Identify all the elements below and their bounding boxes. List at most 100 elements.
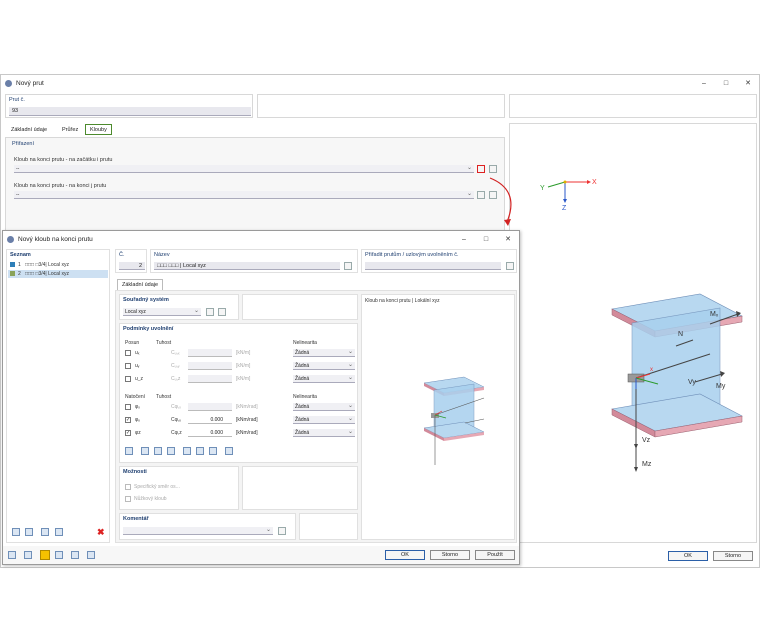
global-axes-icon bbox=[547, 180, 591, 203]
axis-x-label: X bbox=[592, 179, 597, 186]
cphix-input[interactable] bbox=[188, 403, 232, 411]
outer-preview-figure: X Y Z Mₓ N Vy My Vz Mz x bbox=[540, 179, 743, 472]
uz-nonlinearity-value: Žádná bbox=[295, 376, 310, 382]
close-icon[interactable]: ✕ bbox=[737, 75, 759, 91]
tuhost-label: Tuhost bbox=[156, 340, 172, 346]
hinge-dialog-title: Nový kloub na konci prutu bbox=[18, 235, 93, 243]
inner-apply-button[interactable]: Použít bbox=[475, 550, 515, 560]
start-hinge-label: Kloub na konci prutu - na začátku i prut… bbox=[14, 157, 113, 163]
cuy-unit: [kN/m] bbox=[236, 363, 251, 369]
phix-symbol: φₓ bbox=[135, 404, 140, 410]
window-title: Nový prut bbox=[16, 79, 44, 87]
number-label: Č. bbox=[119, 252, 125, 258]
tab-prurez[interactable]: Průřez bbox=[58, 125, 82, 136]
cphiz-unit: [kNm/rad] bbox=[236, 430, 258, 436]
fig-my-label: My bbox=[716, 383, 726, 390]
minimize-icon[interactable]: – bbox=[693, 75, 715, 91]
axis-y-label: Y bbox=[540, 185, 545, 192]
tab-zakladni-udaje[interactable]: Základní údaje bbox=[7, 125, 51, 136]
color-icon[interactable] bbox=[40, 550, 50, 560]
preset-hinge-icon-1[interactable] bbox=[125, 447, 133, 455]
phiz-checkbox[interactable]: ✓ bbox=[125, 430, 131, 436]
cphiy-label: Cφ,ᵧ bbox=[171, 417, 181, 423]
release-conditions-panel: Podmínky uvolnění Posun Tuhost Nelineari… bbox=[119, 323, 358, 463]
new-item-icon[interactable] bbox=[12, 528, 20, 536]
nelinearita-label-2: Nelinearita bbox=[293, 394, 317, 400]
specific-axis-checkbox[interactable] bbox=[125, 484, 131, 490]
cux-input[interactable] bbox=[188, 349, 232, 357]
inner-ok-button[interactable]: OK bbox=[385, 550, 425, 560]
preset-hinge-icon-7[interactable] bbox=[209, 447, 217, 455]
function-edit-icon[interactable] bbox=[87, 551, 95, 559]
phiy-checkbox[interactable]: ✓ bbox=[125, 417, 131, 423]
prut-number-field[interactable]: 93 bbox=[9, 107, 251, 116]
preset-hinge-icon-4[interactable] bbox=[167, 447, 175, 455]
empty-panel bbox=[242, 294, 358, 320]
edit-coord-icon[interactable] bbox=[218, 308, 226, 316]
release-conditions-title: Podmínky uvolnění bbox=[123, 326, 174, 332]
end-hinge-select[interactable]: -- bbox=[14, 190, 474, 199]
preset-hinge-icon-6[interactable] bbox=[196, 447, 204, 455]
cphix-label: Cφ,ₓ bbox=[171, 404, 181, 410]
hinge-preview-figure bbox=[423, 376, 485, 465]
preset-hinge-icon-2[interactable] bbox=[141, 447, 149, 455]
ux-nonlinearity-select[interactable]: Žádná bbox=[293, 348, 355, 357]
fig-mz-label: Mz bbox=[642, 461, 652, 468]
preset-hinge-icon-8[interactable] bbox=[225, 447, 233, 455]
assign-select-icon[interactable] bbox=[506, 262, 514, 270]
comment-field[interactable] bbox=[123, 526, 273, 535]
cphiy-unit: [kNm/rad] bbox=[236, 417, 258, 423]
sort-icon[interactable] bbox=[41, 528, 49, 536]
phix-nonlinearity-select[interactable]: Žádná bbox=[293, 402, 355, 411]
list-item-selected[interactable]: 2 □□□ □3/4| Local xyz bbox=[8, 270, 108, 278]
uz-checkbox[interactable] bbox=[125, 376, 131, 382]
preset-hinge-icon-3[interactable] bbox=[154, 447, 162, 455]
copy-item-icon[interactable] bbox=[25, 528, 33, 536]
uy-checkbox[interactable] bbox=[125, 363, 131, 369]
tab-basic-data[interactable]: Základní údaje bbox=[117, 279, 164, 290]
function-icon[interactable] bbox=[71, 551, 79, 559]
preset-hinge-icon-5[interactable] bbox=[183, 447, 191, 455]
cphiy-input[interactable]: 0.000 bbox=[188, 416, 232, 424]
units-icon[interactable] bbox=[24, 551, 32, 559]
comment-panel: Komentář bbox=[119, 513, 296, 540]
maximize-icon[interactable]: □ bbox=[715, 75, 737, 91]
hinge-dialog-controls: – □ ✕ bbox=[453, 231, 519, 247]
tuhost-label-2: Tuhost bbox=[156, 394, 172, 400]
uy-symbol: uᵧ bbox=[135, 363, 140, 369]
name-field[interactable]: □□□ □□□ | Local xyz bbox=[154, 262, 340, 270]
cux-unit: [kN/m] bbox=[236, 350, 251, 356]
renumber-icon[interactable] bbox=[55, 528, 63, 536]
cphiz-input[interactable]: 0.000 bbox=[188, 429, 232, 437]
delete-icon[interactable]: ✖ bbox=[97, 527, 105, 538]
inner-storno-button[interactable]: Storno bbox=[430, 550, 470, 560]
hinge-maximize-icon[interactable]: □ bbox=[475, 231, 497, 247]
search-icon[interactable] bbox=[8, 551, 16, 559]
ux-nonlinearity-value: Žádná bbox=[295, 350, 310, 356]
phiy-nonlinearity-select[interactable]: Žádná bbox=[293, 415, 355, 424]
phix-checkbox[interactable] bbox=[125, 404, 131, 410]
hinge-minimize-icon[interactable]: – bbox=[453, 231, 475, 247]
ux-checkbox[interactable] bbox=[125, 350, 131, 356]
scissor-hinge-checkbox[interactable] bbox=[125, 496, 131, 502]
hinge-close-icon[interactable]: ✕ bbox=[497, 231, 519, 247]
start-hinge-select[interactable]: -- bbox=[14, 164, 474, 173]
outer-ok-button[interactable]: OK bbox=[668, 551, 708, 561]
edit-name-icon[interactable] bbox=[344, 262, 352, 270]
tab-klouby[interactable]: Klouby bbox=[85, 124, 112, 135]
info-icon[interactable] bbox=[55, 551, 63, 559]
comment-edit-icon[interactable] bbox=[278, 527, 286, 535]
cuz-input[interactable] bbox=[188, 375, 232, 383]
phiz-nonlinearity-select[interactable]: Žádná bbox=[293, 428, 355, 437]
phiz-symbol: φz bbox=[135, 430, 141, 436]
assign-field[interactable] bbox=[365, 262, 501, 270]
list-item[interactable]: 1 □□□ □3/4| Local xyz bbox=[8, 261, 108, 269]
cuy-input[interactable] bbox=[188, 362, 232, 370]
assignment-title: Přiřazení bbox=[12, 141, 35, 147]
new-coord-icon[interactable] bbox=[206, 308, 214, 316]
uz-nonlinearity-select[interactable]: Žádná bbox=[293, 374, 355, 383]
number-field[interactable]: 2 bbox=[119, 262, 145, 270]
uy-nonlinearity-select[interactable]: Žádná bbox=[293, 361, 355, 370]
outer-storno-button[interactable]: Storno bbox=[713, 551, 753, 561]
coordinate-system-select[interactable]: Local xyz bbox=[123, 307, 201, 316]
